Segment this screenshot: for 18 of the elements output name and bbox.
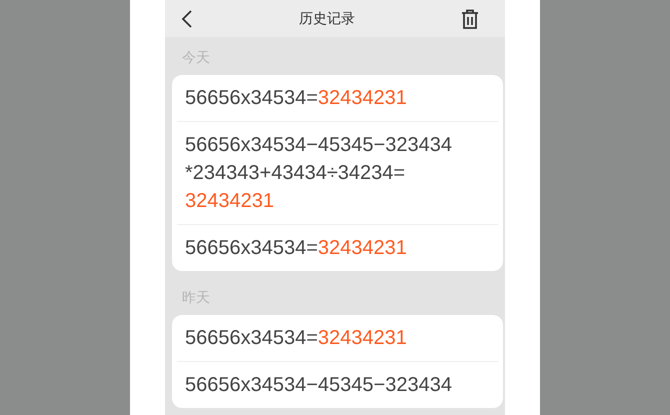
history-entry[interactable]: 56656x34534−45345−323434 <box>177 362 498 408</box>
expression-text: 56656x34534−45345−323434 <box>185 134 452 156</box>
expression-text: 56656x34534= <box>185 237 318 259</box>
history-entry[interactable]: 56656x34534=32434231 <box>177 315 498 362</box>
history-entry[interactable]: 56656x34534=32434231 <box>177 225 498 271</box>
expression-text: 56656x34534= <box>185 87 318 109</box>
history-entry[interactable]: 56656x34534−45345−323434 *234343+43434÷34234= 32434231 <box>177 122 498 225</box>
history-entry[interactable]: 56656x34534=32434231 <box>177 75 498 122</box>
result-text: 32434231 <box>318 237 407 259</box>
expression-text: 56656x34534= <box>185 327 318 349</box>
back-icon[interactable] <box>181 10 193 28</box>
expression-text: 56656x34534−45345−323434 <box>185 374 452 396</box>
result-text: 32434231 <box>318 87 407 109</box>
trash-icon[interactable] <box>461 8 479 28</box>
page-title: 历史记录 <box>299 10 355 28</box>
result-text: 32434231 <box>185 190 274 212</box>
expression-text: *234343+43434÷34234= <box>185 162 406 184</box>
result-text: 32434231 <box>318 327 407 349</box>
